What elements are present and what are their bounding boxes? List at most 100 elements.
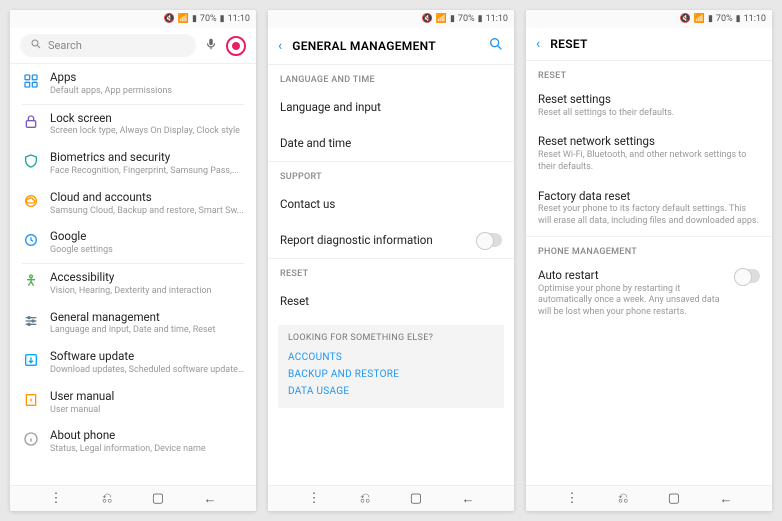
nav-home-icon[interactable]: ▢	[668, 491, 680, 506]
link-accounts[interactable]: ACCOUNTS	[288, 349, 494, 366]
item-reset[interactable]: Reset	[268, 283, 514, 319]
item-title: User manual	[50, 390, 244, 404]
settings-item-manual[interactable]: User manual User manual	[10, 383, 256, 423]
suggestion-title: LOOKING FOR SOMETHING ELSE?	[288, 333, 494, 343]
toggle-switch[interactable]	[734, 269, 760, 283]
settings-item-apps[interactable]: Apps Default apps, App permissions	[10, 64, 256, 104]
wifi-icon: 📶	[694, 14, 705, 24]
nav-menu-icon[interactable]: ⋮	[49, 491, 62, 506]
item-title: Factory data reset	[538, 190, 760, 204]
mic-icon[interactable]	[204, 37, 218, 54]
title-row: ‹ RESET	[526, 28, 772, 61]
battery-percent: 70%	[458, 14, 475, 24]
item-language-input[interactable]: Language and input	[268, 89, 514, 125]
link-backup[interactable]: BACKUP AND RESTORE	[288, 366, 494, 383]
item-sub: Google settings	[50, 245, 244, 256]
clock: 11:10	[486, 14, 508, 24]
title-row: ‹ GENERAL MANAGEMENT	[268, 28, 514, 65]
back-icon[interactable]: ‹	[278, 38, 282, 54]
wifi-icon: 📶	[436, 14, 447, 24]
settings-screen: 🔇 📶 ▮ 70% ▮ 11:10 Search Apps Default ap…	[10, 10, 256, 511]
signal-icon: ▮	[450, 14, 455, 24]
search-icon	[30, 38, 42, 53]
voice-record-icon[interactable]	[226, 36, 246, 56]
settings-item-general[interactable]: General management Language and input, D…	[10, 304, 256, 344]
back-icon[interactable]: ‹	[536, 36, 540, 52]
item-auto-restart[interactable]: Auto restart Optimise your phone by rest…	[526, 261, 772, 327]
search-input[interactable]: Search	[20, 34, 196, 57]
reset-screen: 🔇 📶 ▮ 70% ▮ 11:10 ‹ RESET RESET Reset se…	[526, 10, 772, 511]
settings-list[interactable]: Apps Default apps, App permissions Lock …	[10, 64, 256, 511]
item-sub: Face Recognition, Fingerprint, Samsung P…	[50, 166, 244, 177]
nav-recents-icon[interactable]: ⎌	[360, 491, 370, 506]
settings-item-lockscreen[interactable]: Lock screen Screen lock type, Always On …	[10, 105, 256, 145]
settings-item-cloud[interactable]: Cloud and accounts Samsung Cloud, Backup…	[10, 184, 256, 224]
mute-icon: 🔇	[164, 14, 175, 24]
item-title: Auto restart	[538, 269, 726, 283]
update-icon	[22, 351, 40, 369]
item-sub: Download updates, Scheduled software upd…	[50, 365, 244, 376]
settings-item-software[interactable]: Software update Download updates, Schedu…	[10, 343, 256, 383]
accessibility-icon	[22, 272, 40, 290]
battery-icon: ▮	[220, 14, 225, 24]
nav-home-icon[interactable]: ▢	[152, 491, 164, 506]
nav-bar: ⋮ ⎌ ▢ ←	[526, 485, 772, 511]
nav-menu-icon[interactable]: ⋮	[307, 491, 320, 506]
item-title: Reset settings	[538, 93, 760, 107]
status-bar: 🔇 📶 ▮ 70% ▮ 11:10	[526, 10, 772, 28]
item-title: Google	[50, 230, 244, 244]
nav-back-icon[interactable]: ←	[204, 491, 217, 507]
google-icon	[22, 231, 40, 249]
settings-item-biometrics[interactable]: Biometrics and security Face Recognition…	[10, 144, 256, 184]
content[interactable]: RESET Reset settings Reset all settings …	[526, 61, 772, 511]
search-icon[interactable]	[488, 36, 504, 56]
item-sub: User manual	[50, 405, 244, 416]
item-contact-us[interactable]: Contact us	[268, 186, 514, 222]
item-title: Accessibility	[50, 271, 244, 285]
mute-icon: 🔇	[422, 14, 433, 24]
item-factory-reset[interactable]: Factory data reset Reset your phone to i…	[526, 182, 772, 236]
item-title: Software update	[50, 350, 244, 364]
settings-item-about[interactable]: About phone Status, Legal information, D…	[10, 422, 256, 462]
signal-icon: ▮	[708, 14, 713, 24]
item-title: Apps	[50, 71, 244, 85]
nav-back-icon[interactable]: ←	[462, 491, 475, 507]
item-report-diagnostic[interactable]: Report diagnostic information	[268, 222, 514, 258]
item-reset-settings[interactable]: Reset settings Reset all settings to the…	[526, 85, 772, 127]
settings-item-google[interactable]: Google Google settings	[10, 223, 256, 263]
wifi-icon: 📶	[178, 14, 189, 24]
section-reset: RESET	[526, 61, 772, 85]
lock-icon	[22, 113, 40, 131]
nav-recents-icon[interactable]: ⎌	[618, 491, 628, 506]
search-placeholder: Search	[48, 39, 82, 52]
item-sub: Reset Wi-Fi, Bluetooth, and other networ…	[538, 150, 760, 173]
section-support: SUPPORT	[268, 162, 514, 186]
nav-menu-icon[interactable]: ⋮	[565, 491, 578, 506]
shield-icon	[22, 152, 40, 170]
item-title: About phone	[50, 429, 244, 443]
item-sub: Vision, Hearing, Dexterity and interacti…	[50, 286, 244, 297]
status-bar: 🔇 📶 ▮ 70% ▮ 11:10	[268, 10, 514, 28]
item-sub: Status, Legal information, Device name	[50, 444, 244, 455]
nav-back-icon[interactable]: ←	[720, 491, 733, 507]
nav-recents-icon[interactable]: ⎌	[102, 491, 112, 506]
item-sub: Default apps, App permissions	[50, 86, 244, 97]
general-management-screen: 🔇 📶 ▮ 70% ▮ 11:10 ‹ GENERAL MANAGEMENT L…	[268, 10, 514, 511]
item-sub: Screen lock type, Always On Display, Clo…	[50, 126, 244, 137]
link-data-usage[interactable]: DATA USAGE	[288, 383, 494, 400]
content[interactable]: LANGUAGE AND TIME Language and input Dat…	[268, 65, 514, 511]
screen-title: GENERAL MANAGEMENT	[292, 39, 478, 53]
item-date-time[interactable]: Date and time	[268, 125, 514, 161]
clock: 11:10	[744, 14, 766, 24]
settings-item-accessibility[interactable]: Accessibility Vision, Hearing, Dexterity…	[10, 264, 256, 304]
manual-icon	[22, 391, 40, 409]
toggle-switch[interactable]	[476, 233, 502, 247]
nav-bar: ⋮ ⎌ ▢ ←	[268, 485, 514, 511]
item-sub: Reset all settings to their defaults.	[538, 108, 760, 120]
nav-home-icon[interactable]: ▢	[410, 491, 422, 506]
suggestion-box: LOOKING FOR SOMETHING ELSE? ACCOUNTS BAC…	[278, 325, 504, 408]
section-reset: RESET	[268, 259, 514, 283]
mute-icon: 🔇	[680, 14, 691, 24]
nav-bar: ⋮ ⎌ ▢ ←	[10, 485, 256, 511]
item-reset-network[interactable]: Reset network settings Reset Wi-Fi, Blue…	[526, 127, 772, 181]
